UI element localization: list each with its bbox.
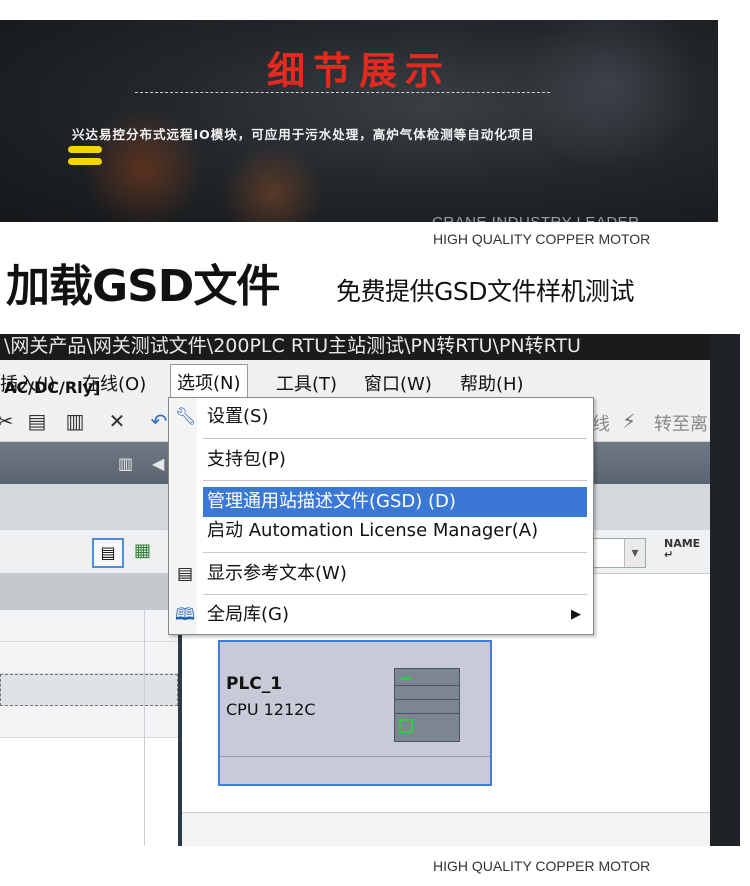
collapse-left-icon[interactable]: ◀ — [152, 454, 164, 473]
column-divider — [144, 610, 145, 846]
menu-separator — [203, 480, 587, 481]
menu-help[interactable]: 帮助(H) — [460, 370, 524, 396]
module-type-text: AC/DC/Rly] — [4, 378, 101, 397]
toolbar-online-label[interactable]: 线 — [592, 410, 610, 436]
plc-cpu-model: CPU 1212C — [226, 700, 316, 719]
go-offline-icon[interactable]: ⚡ — [616, 408, 642, 434]
menu-item-license-manager[interactable]: 启动 Automation License Manager(A) — [169, 516, 593, 546]
yellow-bars-icon — [68, 146, 102, 168]
table-view-button[interactable]: ▤ — [92, 538, 124, 568]
cut-icon[interactable]: ✂ — [0, 408, 18, 434]
plc-device-block[interactable]: PLC_1 CPU 1212C — [218, 640, 492, 786]
page-title: 加载GSD文件 — [6, 261, 280, 312]
reference-text-icon: ▤ — [176, 564, 194, 584]
menu-item-manage-gsd[interactable]: 管理通用站描述文件(GSD) (D) — [203, 487, 587, 517]
menu-separator — [203, 552, 587, 553]
list-item[interactable] — [0, 706, 178, 738]
toolbar-go-offline-label[interactable]: 转至离 — [654, 410, 708, 436]
page-subtitle: 免费提供GSD文件样机测试 — [336, 277, 635, 306]
device-add-icon[interactable]: ▦ — [134, 540, 151, 561]
window-title-bar: \网关产品\网关测试文件\200PLC RTU主站测试\PN转RTU\PN转RT… — [0, 334, 710, 360]
menu-item-reference-text[interactable]: ▤ 显示参考文本(W) — [169, 559, 593, 589]
bottom-band — [0, 846, 710, 854]
detail-banner: 细节展示 兴达易控分布式远程IO模块，可应用于污水处理，高炉气体检测等自动化项目… — [0, 20, 718, 232]
left-pane — [0, 574, 178, 846]
menu-separator — [203, 594, 587, 595]
left-pane-header — [0, 574, 178, 610]
menu-item-global-libraries[interactable]: 🕮 全局库(G) ▶ — [169, 600, 593, 630]
plc-module-icon — [394, 668, 460, 742]
banner-divider — [135, 92, 550, 93]
brand-line-bottom: HIGH QUALITY COPPER MOTOR — [433, 858, 651, 874]
brand-line-top: HIGH QUALITY COPPER MOTOR — [433, 231, 651, 247]
zoom-select[interactable] — [592, 538, 646, 568]
copy-icon[interactable]: ▤ — [24, 408, 50, 434]
menu-item-support-packages[interactable]: 支持包(P) — [169, 445, 593, 475]
menu-bar: 插入(I) 在线(O) 选项(N) 工具(T) 窗口(W) 帮助(H) — [0, 360, 710, 402]
name-toggle-icon[interactable]: NAME ↵ — [664, 538, 700, 560]
banner-title: 细节展示 — [266, 49, 451, 93]
right-edge-strip — [710, 334, 740, 846]
submenu-arrow-icon: ▶ — [571, 607, 581, 622]
options-dropdown-menu: 🔧︎ 设置(S) 支持包(P) 管理通用站描述文件(GSD) (D) 启动 Au… — [168, 397, 594, 635]
plc-divider — [220, 756, 490, 757]
wrench-icon: 🔧︎ — [175, 407, 197, 427]
banner-side-gap — [718, 20, 735, 232]
menu-options[interactable]: 选项(N) — [170, 364, 248, 400]
menu-item-settings[interactable]: 🔧︎ 设置(S) — [169, 402, 593, 432]
canvas-footer — [182, 812, 710, 846]
menu-tools[interactable]: 工具(T) — [276, 370, 337, 396]
list-item[interactable] — [0, 674, 178, 706]
paste-icon[interactable]: ▥ — [62, 408, 88, 434]
list-item[interactable] — [0, 642, 178, 674]
list-item[interactable] — [0, 610, 178, 642]
menu-separator — [203, 438, 587, 439]
book-icon: 🕮 — [175, 605, 196, 625]
menu-window[interactable]: 窗口(W) — [364, 370, 432, 396]
plc-name: PLC_1 — [226, 674, 283, 694]
split-view-icon[interactable]: ▥ — [118, 454, 133, 473]
delete-icon[interactable]: ✕ — [104, 408, 130, 434]
banner-description: 兴达易控分布式远程IO模块，可应用于污水处理，高炉气体检测等自动化项目 — [72, 127, 535, 142]
